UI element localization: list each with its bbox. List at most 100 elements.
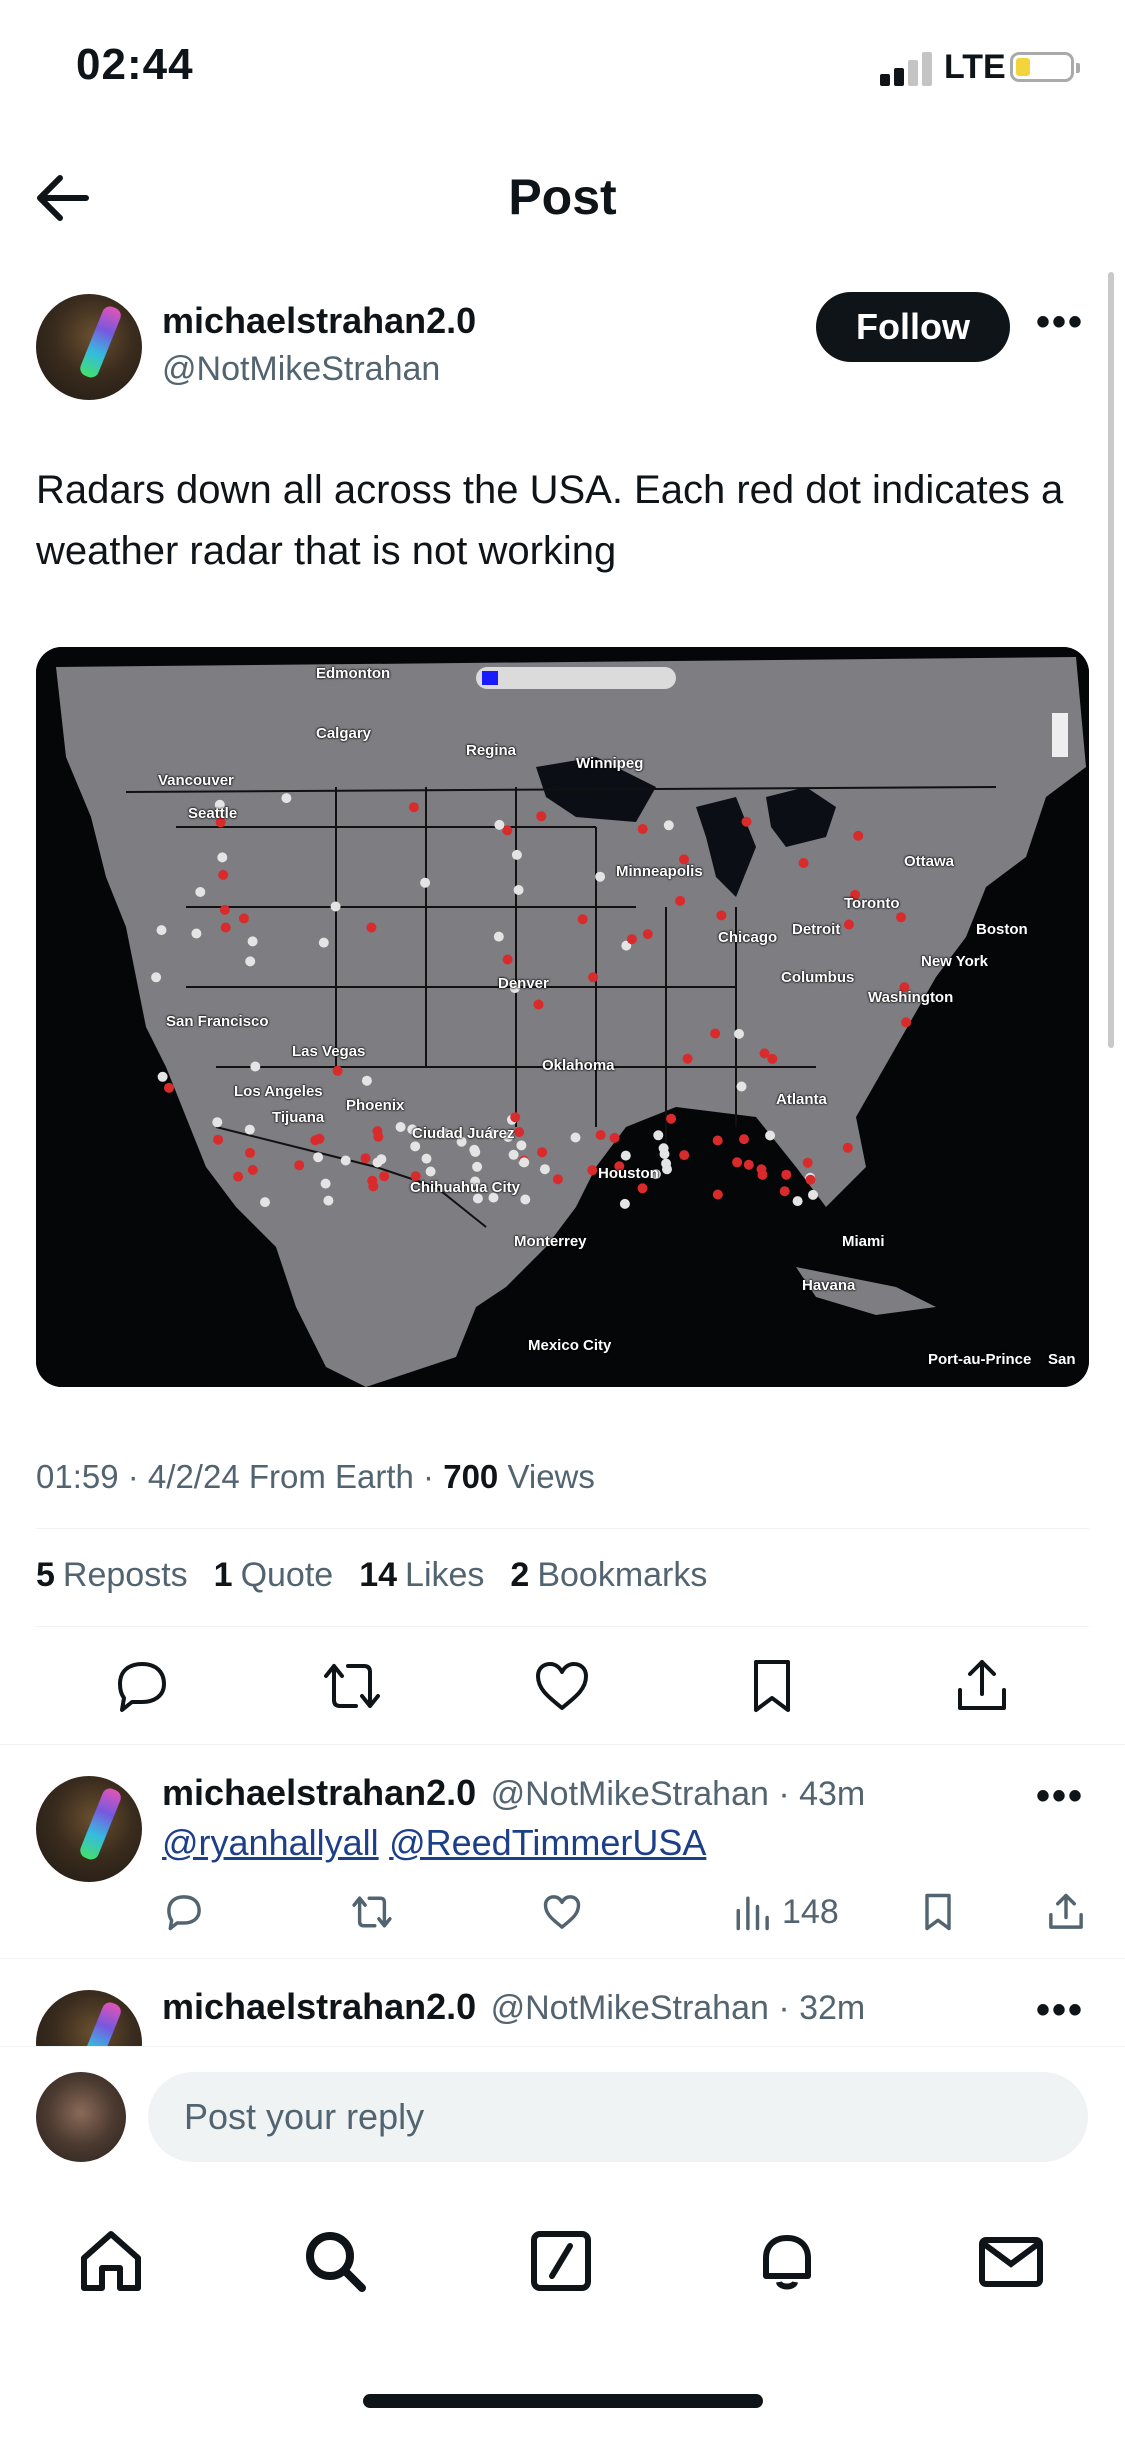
radar-station-dot <box>588 972 599 983</box>
radar-station-dot <box>662 1164 672 1175</box>
radar-station-dot <box>218 869 229 880</box>
notifications-icon[interactable] <box>752 2226 822 2296</box>
map-label: Seattle <box>188 805 238 822</box>
post-text: Radars down all across the USA. Each red… <box>36 468 1064 573</box>
bookmark-icon[interactable] <box>740 1654 804 1718</box>
radar-station-dot <box>340 1155 351 1166</box>
radar-station-dot <box>537 1147 548 1158</box>
status-time: 02:44 <box>76 40 194 89</box>
quotes-stat[interactable]: 1 Quote <box>214 1556 334 1595</box>
map-label: Minneapolis <box>616 863 703 880</box>
radar-station-dot <box>470 1147 481 1157</box>
radar-station-dot <box>250 1061 261 1072</box>
reposts-stat[interactable]: 5 Reposts <box>36 1556 188 1595</box>
radar-station-dot <box>408 802 419 813</box>
radar-station-dot <box>294 1160 305 1171</box>
radar-station-dot <box>217 852 228 863</box>
bookmark-icon[interactable] <box>916 1890 960 1934</box>
radar-station-dot <box>805 1174 816 1185</box>
author-avatar[interactable] <box>36 294 142 400</box>
search-icon[interactable] <box>300 2226 370 2296</box>
like-icon[interactable] <box>540 1890 584 1934</box>
map-label: Tijuana <box>272 1109 325 1126</box>
likes-stat[interactable]: 14 Likes <box>359 1556 484 1595</box>
map-label: Chicago <box>718 929 778 946</box>
radar-station-dot <box>802 1157 813 1168</box>
post-date: 4/2/24 <box>147 1458 240 1495</box>
like-icon[interactable] <box>530 1654 594 1718</box>
grok-icon[interactable] <box>526 2226 596 2296</box>
radar-station-dot <box>792 1196 803 1207</box>
radar-station-dot <box>220 922 231 933</box>
views-stat[interactable]: 148 <box>730 1890 839 1934</box>
map-label: Denver <box>498 975 549 992</box>
radar-station-dot <box>710 1028 721 1039</box>
mention-link[interactable]: @ReedTimmerUSA <box>389 1822 706 1863</box>
radar-station-dot <box>659 1149 670 1159</box>
map-label: Regina <box>466 742 517 759</box>
map-label: Phoenix <box>346 1097 405 1114</box>
radar-station-dot <box>853 830 864 841</box>
reply-meta: @NotMikeStrahan · 43m <box>490 1775 866 1813</box>
messages-icon[interactable] <box>976 2226 1046 2296</box>
divider <box>0 1744 1125 1745</box>
page-title: Post <box>508 169 617 225</box>
more-options-icon[interactable]: ••• <box>1036 1988 1084 2033</box>
map-label: Boston <box>976 921 1028 938</box>
follow-button[interactable]: Follow <box>816 292 1010 362</box>
radar-station-dot <box>195 887 206 897</box>
radar-station-dot <box>247 936 258 947</box>
reply-input-placeholder: Post your reply <box>184 2096 425 2137</box>
repost-icon[interactable] <box>350 1890 394 1934</box>
radar-station-dot <box>379 1171 390 1182</box>
radar-station-dot <box>533 999 544 1010</box>
map-label: Monterrey <box>514 1233 587 1250</box>
radar-station-dot <box>679 1150 690 1161</box>
radar-station-dot <box>519 1157 530 1168</box>
mention-link[interactable]: @ryanhallyall <box>162 1822 379 1863</box>
radar-station-dot <box>330 901 341 912</box>
radar-station-dot <box>609 1132 620 1143</box>
share-icon[interactable] <box>1044 1890 1088 1934</box>
radar-station-dot <box>734 1028 744 1039</box>
radar-station-dot <box>675 895 686 906</box>
bookmarks-stat[interactable]: 2 Bookmarks <box>510 1556 707 1595</box>
post-image-radar-map[interactable]: Edmonton Calgary Regina Winnipeg Vancouv… <box>36 647 1089 1387</box>
radar-station-dot <box>245 956 256 967</box>
more-options-icon[interactable]: ••• <box>1036 300 1084 345</box>
radar-station-dot <box>779 1186 790 1197</box>
map-label: Ciudad Juárez <box>412 1125 515 1142</box>
radar-station-dot <box>808 1189 818 1200</box>
reply-icon[interactable] <box>162 1890 206 1934</box>
map-label: Vancouver <box>158 772 234 789</box>
radar-station-dot <box>320 1178 331 1189</box>
repost-icon[interactable] <box>320 1654 384 1718</box>
radar-station-dot <box>682 1053 693 1064</box>
radar-station-dot <box>716 910 727 921</box>
radar-station-dot <box>653 1130 664 1141</box>
reply-author-name[interactable]: michaelstrahan2.0 <box>162 1772 476 1813</box>
home-icon[interactable] <box>76 2226 146 2296</box>
reply-icon[interactable] <box>110 1654 174 1718</box>
author-name[interactable]: michaelstrahan2.0 <box>162 300 476 342</box>
radar-station-dot <box>712 1135 723 1146</box>
reply-header: michaelstrahan2.0 @NotMikeStrahan · 32m <box>162 1986 865 2028</box>
radar-station-dot <box>245 1147 255 1158</box>
reply-author-name[interactable]: michaelstrahan2.0 <box>162 1986 476 2027</box>
radar-station-dot <box>164 1082 174 1093</box>
map-label: Ottawa <box>904 853 955 870</box>
scrollbar[interactable] <box>1108 272 1114 1048</box>
my-avatar[interactable] <box>36 2072 126 2162</box>
map-label: New York <box>921 953 988 970</box>
radar-station-dot <box>421 1153 432 1164</box>
author-handle[interactable]: @NotMikeStrahan <box>162 350 440 389</box>
radar-station-dot <box>577 914 588 925</box>
reply-avatar[interactable] <box>36 1776 142 1882</box>
share-icon[interactable] <box>950 1654 1014 1718</box>
post-time: 01:59 <box>36 1458 119 1495</box>
radar-station-dot <box>332 1065 343 1076</box>
more-options-icon[interactable]: ••• <box>1036 1774 1084 1819</box>
radar-station-dot <box>361 1075 372 1086</box>
radar-station-dot <box>157 1071 168 1082</box>
signal-icon <box>880 52 936 86</box>
